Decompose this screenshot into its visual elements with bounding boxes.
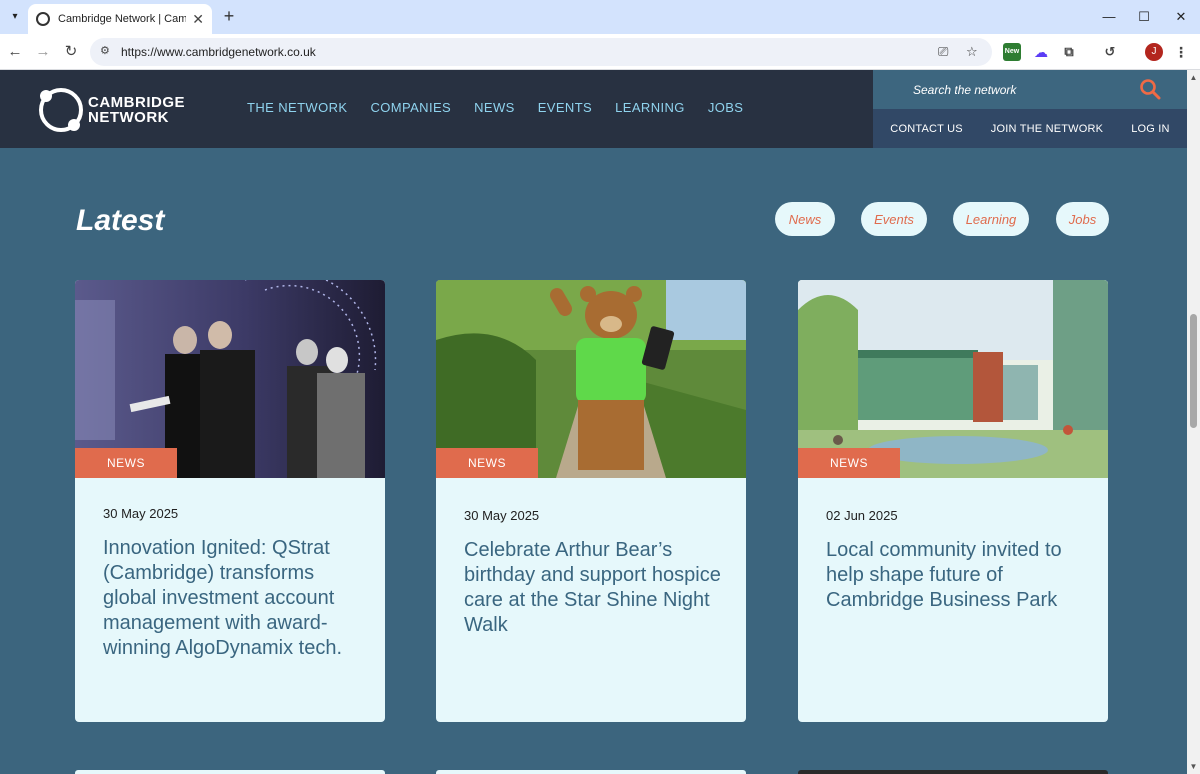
nav-jobs[interactable]: JOBS xyxy=(708,100,744,115)
window-close-icon[interactable]: ✕ xyxy=(1170,6,1192,28)
nav-the-network[interactable]: THE NETWORK xyxy=(247,100,347,115)
site-favicon-icon xyxy=(36,12,50,26)
tab-title: Cambridge Network | Cambridge Network xyxy=(58,13,187,25)
card-3-title[interactable]: Local community invited to help shape fu… xyxy=(826,538,1084,613)
minimize-icon[interactable]: — xyxy=(1098,6,1120,28)
address-bar[interactable]: ⚙ https://www.cambridgenetwork.co.uk ⎚ ☆ xyxy=(90,38,992,66)
card-1-date: 30 May 2025 xyxy=(103,506,179,521)
next-card-peek-1 xyxy=(75,770,385,774)
utility-nav: CONTACT US JOIN THE NETWORK LOG IN xyxy=(873,109,1187,148)
browser-tab-active[interactable]: Cambridge Network | Cambridge Network ✕ xyxy=(28,4,212,34)
latest-heading: Latest xyxy=(76,204,165,237)
join-network-link[interactable]: JOIN THE NETWORK xyxy=(991,123,1103,135)
cambridge-network-logo[interactable]: CAMBRIDGE NETWORK xyxy=(36,84,186,136)
card-2-category-badge: NEWS xyxy=(436,448,538,478)
filter-news-button[interactable]: News xyxy=(775,202,835,236)
tab-close-icon[interactable]: ✕ xyxy=(192,11,204,28)
nav-news[interactable]: NEWS xyxy=(474,100,515,115)
news-card-3[interactable]: NEWS 02 Jun 2025 Local community invited… xyxy=(798,280,1108,722)
history-icon[interactable]: ↺ xyxy=(1101,43,1119,61)
extensions-puzzle-icon[interactable]: ⧉ xyxy=(1060,43,1078,61)
extension-new-icon[interactable]: New xyxy=(1003,43,1021,61)
scroll-down-icon[interactable]: ▼ xyxy=(1189,762,1198,771)
forward-icon[interactable]: → xyxy=(32,41,54,63)
news-card-2[interactable]: NEWS 30 May 2025 Celebrate Arthur Bear’s… xyxy=(436,280,746,722)
filter-jobs-button[interactable]: Jobs xyxy=(1056,202,1109,236)
logo-circle-icon xyxy=(39,88,83,132)
card-3-date: 02 Jun 2025 xyxy=(826,508,898,523)
search-input[interactable]: Search the network xyxy=(913,83,1016,97)
nav-events[interactable]: EVENTS xyxy=(538,100,592,115)
contact-us-link[interactable]: CONTACT US xyxy=(890,123,963,135)
site-info-icon[interactable]: ⚙ xyxy=(100,44,110,57)
filter-events-button[interactable]: Events xyxy=(861,202,927,236)
browser-menu-icon[interactable]: ⋮ xyxy=(1172,43,1190,61)
logo-text-line2: NETWORK xyxy=(88,109,169,126)
main-nav: THE NETWORK COMPANIES NEWS EVENTS LEARNI… xyxy=(247,100,743,115)
site-search[interactable]: Search the network xyxy=(873,70,1187,109)
next-card-peek-3 xyxy=(798,770,1108,774)
card-2-date: 30 May 2025 xyxy=(464,508,540,523)
card-3-category-badge: NEWS xyxy=(798,448,900,478)
maximize-icon[interactable]: ☐ xyxy=(1133,6,1155,28)
new-tab-icon[interactable]: + xyxy=(218,5,240,27)
bookmark-star-icon[interactable]: ☆ xyxy=(966,44,978,60)
browser-tabstrip: ▾ Cambridge Network | Cambridge Network … xyxy=(0,0,1200,34)
scroll-thumb[interactable] xyxy=(1190,314,1197,428)
extension-cloud-icon[interactable]: ☁ xyxy=(1032,43,1050,61)
news-card-1[interactable]: NEWS 30 May 2025 Innovation Ignited: QSt… xyxy=(75,280,385,722)
site-header: CAMBRIDGE NETWORK THE NETWORK COMPANIES … xyxy=(0,70,1187,148)
page-scrollbar[interactable]: ▲ ▼ xyxy=(1187,70,1200,774)
search-icon[interactable] xyxy=(1139,78,1161,100)
browser-toolbar: ← → ↻ ⚙ https://www.cambridgenetwork.co.… xyxy=(0,34,1200,70)
next-card-peek-2 xyxy=(436,770,746,774)
tab-search-chevron-icon[interactable]: ▾ xyxy=(6,7,24,25)
filter-learning-button[interactable]: Learning xyxy=(953,202,1029,236)
log-in-link[interactable]: LOG IN xyxy=(1131,123,1170,135)
nav-learning[interactable]: LEARNING xyxy=(615,100,685,115)
extension-new-badge: New xyxy=(1004,48,1020,55)
back-icon[interactable]: ← xyxy=(4,41,26,63)
nav-companies[interactable]: COMPANIES xyxy=(370,100,451,115)
reload-icon[interactable]: ↻ xyxy=(60,41,82,63)
profile-avatar[interactable]: J xyxy=(1145,43,1163,61)
card-2-title[interactable]: Celebrate Arthur Bear’s birthday and sup… xyxy=(464,538,722,638)
install-app-icon[interactable]: ⎚ xyxy=(938,44,948,60)
scroll-up-icon[interactable]: ▲ xyxy=(1189,73,1198,82)
address-url[interactable]: https://www.cambridgenetwork.co.uk xyxy=(121,45,316,59)
card-1-title[interactable]: Innovation Ignited: QStrat (Cambridge) t… xyxy=(103,536,361,661)
card-1-category-badge: NEWS xyxy=(75,448,177,478)
